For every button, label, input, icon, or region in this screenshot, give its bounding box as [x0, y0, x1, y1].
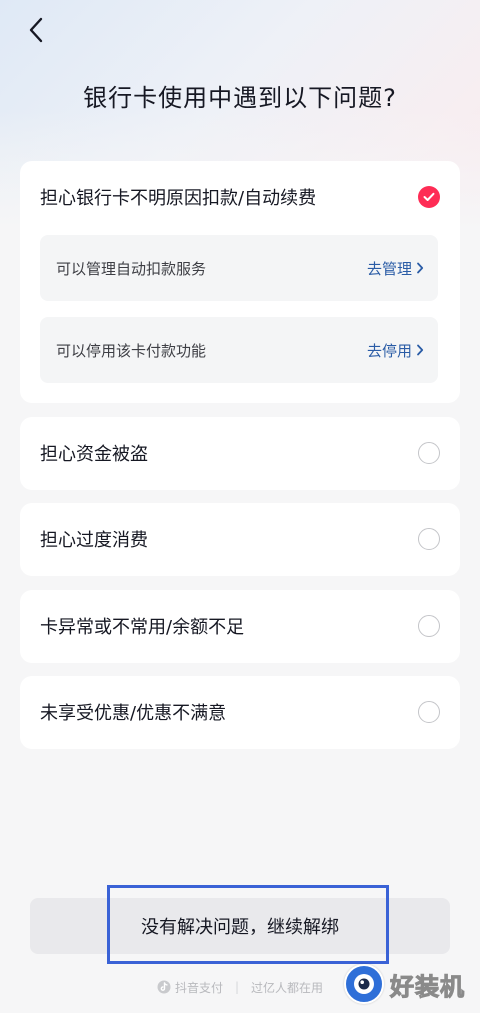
option-label: 担心资金被盗 [40, 444, 148, 465]
watermark-logo-icon [344, 964, 384, 1004]
back-button[interactable] [18, 12, 54, 48]
footer-divider: | [234, 980, 240, 994]
option-card-unknown-deduction: 担心银行卡不明原因扣款/自动续费 可以管理自动扣款服务 去管理 可以停用该卡付款… [20, 161, 460, 403]
option-card-funds-stolen[interactable]: 担心资金被盗 [20, 417, 460, 490]
manage-link[interactable]: 去管理 [367, 258, 424, 279]
radio-icon[interactable] [418, 442, 440, 464]
disable-link[interactable]: 去停用 [367, 340, 424, 361]
page-title: 银行卡使用中遇到以下问题? [83, 84, 397, 112]
option-label: 担心银行卡不明原因扣款/自动续费 [40, 188, 317, 209]
watermark: 好装机 [344, 962, 476, 1006]
disable-link-label: 去停用 [366, 341, 412, 360]
footer-brand-label: 抖音支付 [174, 980, 223, 995]
option-row[interactable]: 卡异常或不常用/余额不足 [20, 590, 460, 662]
checked-radio-icon[interactable] [418, 186, 440, 208]
option-row[interactable]: 担心过度消费 [20, 503, 460, 575]
checkmark-icon [423, 192, 435, 201]
option-row[interactable]: 担心资金被盗 [20, 417, 460, 489]
chevron-right-icon [417, 262, 424, 274]
continue-unbind-button[interactable]: 没有解决问题，继续解绑 [30, 898, 450, 954]
radio-icon[interactable] [418, 528, 440, 550]
option-row[interactable]: 未享受优惠/优惠不满意 [20, 676, 460, 748]
footer-brand: 抖音支付 [157, 979, 223, 996]
sub-item-disable-payment: 可以停用该卡付款功能 去停用 [40, 317, 438, 383]
radio-icon[interactable] [418, 615, 440, 637]
watermark-text: 好装机 [390, 972, 465, 1001]
sub-item-label: 可以管理自动扣款服务 [56, 259, 207, 278]
option-card-card-abnormal[interactable]: 卡异常或不常用/余额不足 [20, 590, 460, 663]
option-label: 未享受优惠/优惠不满意 [40, 703, 227, 724]
radio-icon[interactable] [418, 701, 440, 723]
douyin-logo-icon [157, 980, 171, 994]
option-label: 担心过度消费 [40, 530, 148, 551]
sub-item-label: 可以停用该卡付款功能 [56, 341, 207, 360]
option-label: 卡异常或不常用/余额不足 [40, 617, 245, 638]
option-card-overspending[interactable]: 担心过度消费 [20, 503, 460, 576]
manage-link-label: 去管理 [366, 259, 412, 278]
option-card-no-discount[interactable]: 未享受优惠/优惠不满意 [20, 676, 460, 749]
option-row[interactable]: 担心银行卡不明原因扣款/自动续费 [20, 161, 460, 233]
chevron-right-icon [417, 344, 424, 356]
footer-tagline: 过亿人都在用 [251, 980, 324, 995]
eye-icon [354, 974, 374, 994]
sub-item-manage-autopay: 可以管理自动扣款服务 去管理 [40, 235, 438, 301]
chevron-left-icon [29, 17, 43, 43]
